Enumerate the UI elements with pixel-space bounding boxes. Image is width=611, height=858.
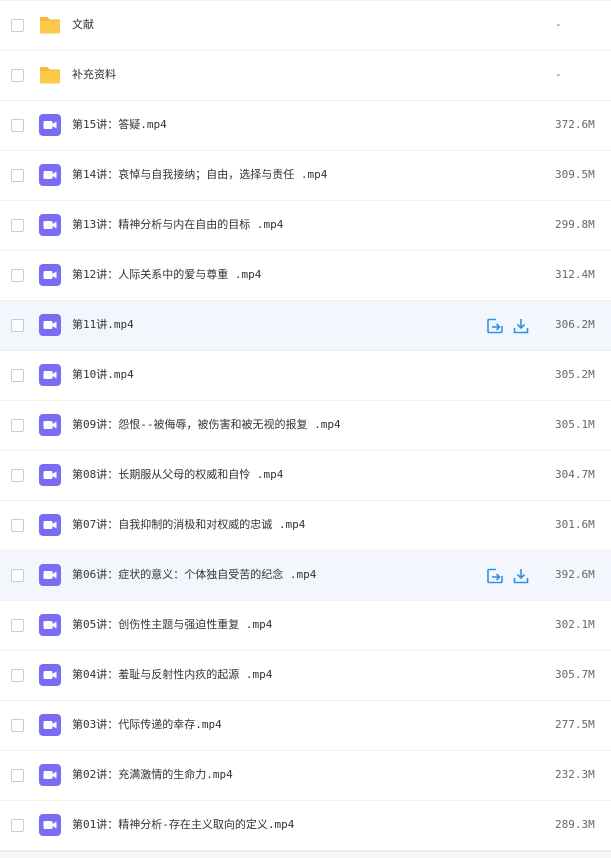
file-size: 277.5M (555, 718, 595, 731)
file-name[interactable]: 第01讲：精神分析-存在主义取向的定义.mp4 (72, 817, 294, 833)
video-file-icon (39, 814, 61, 836)
file-row[interactable]: 第07讲：自我抑制的消极和对权威的忠诚 .mp4 301.6M (0, 501, 611, 551)
file-size: 304.7M (555, 468, 595, 481)
file-size: 305.2M (555, 368, 595, 381)
row-checkbox[interactable] (11, 469, 24, 482)
video-file-icon (39, 464, 61, 486)
share-icon[interactable] (486, 317, 504, 335)
video-file-icon (39, 564, 61, 586)
video-file-icon (39, 364, 61, 386)
video-file-icon (39, 714, 61, 736)
video-file-icon (39, 314, 61, 336)
file-size: 301.6M (555, 518, 595, 531)
folder-row[interactable]: 补充资料 - (0, 51, 611, 101)
row-checkbox[interactable] (11, 619, 24, 632)
file-row[interactable]: 第09讲：怨恨--被侮辱，被伤害和被无视的报复 .mp4 305.1M (0, 401, 611, 451)
file-size: - (555, 68, 562, 81)
file-row[interactable]: 第13讲：精神分析与内在自由的目标 .mp4 299.8M (0, 201, 611, 251)
file-size: 305.1M (555, 418, 595, 431)
row-checkbox[interactable] (11, 669, 24, 682)
video-file-icon (39, 114, 61, 136)
file-size: 372.6M (555, 118, 595, 131)
file-name[interactable]: 第06讲：症状的意义：个体独自受苦的纪念 .mp4 (72, 567, 316, 583)
file-size: 306.2M (555, 318, 595, 331)
file-size: 392.6M (555, 568, 595, 581)
share-icon[interactable] (486, 567, 504, 585)
row-checkbox[interactable] (11, 519, 24, 532)
folder-icon (39, 14, 61, 36)
file-row[interactable]: 第03讲：代际传递的幸存.mp4 277.5M (0, 701, 611, 751)
file-size: 305.7M (555, 668, 595, 681)
file-name[interactable]: 第13讲：精神分析与内在自由的目标 .mp4 (72, 217, 283, 233)
row-checkbox[interactable] (11, 769, 24, 782)
video-file-icon (39, 614, 61, 636)
file-size: - (555, 18, 562, 31)
row-checkbox[interactable] (11, 819, 24, 832)
video-file-icon (39, 514, 61, 536)
file-name[interactable]: 第12讲：人际关系中的爱与尊重 .mp4 (72, 267, 261, 283)
row-checkbox[interactable] (11, 19, 24, 32)
file-size: 309.5M (555, 168, 595, 181)
file-name[interactable]: 第14讲：哀悼与自我接纳；自由，选择与责任 .mp4 (72, 167, 327, 183)
file-name[interactable]: 第10讲.mp4 (72, 367, 134, 383)
video-file-icon (39, 264, 61, 286)
file-name[interactable]: 第09讲：怨恨--被侮辱，被伤害和被无视的报复 .mp4 (72, 417, 341, 433)
file-name[interactable]: 第04讲：羞耻与反射性内疚的起源 .mp4 (72, 667, 272, 683)
file-size: 289.3M (555, 818, 595, 831)
file-row[interactable]: 第06讲：症状的意义：个体独自受苦的纪念 .mp4 392.6M (0, 551, 611, 601)
video-file-icon (39, 764, 61, 786)
file-row[interactable]: 第11讲.mp4 306.2M (0, 301, 611, 351)
file-size: 302.1M (555, 618, 595, 631)
row-checkbox[interactable] (11, 419, 24, 432)
row-checkbox[interactable] (11, 319, 24, 332)
row-checkbox[interactable] (11, 369, 24, 382)
folder-row[interactable]: 文献 - (0, 1, 611, 51)
row-checkbox[interactable] (11, 569, 24, 582)
file-row[interactable]: 第12讲：人际关系中的爱与尊重 .mp4 312.4M (0, 251, 611, 301)
folder-icon (39, 64, 61, 86)
file-row[interactable]: 第01讲：精神分析-存在主义取向的定义.mp4 289.3M (0, 801, 611, 851)
file-row[interactable]: 第02讲：充满激情的生命力.mp4 232.3M (0, 751, 611, 801)
row-checkbox[interactable] (11, 119, 24, 132)
file-row[interactable]: 第05讲：创伤性主题与强迫性重复 .mp4 302.1M (0, 601, 611, 651)
file-name[interactable]: 第05讲：创伤性主题与强迫性重复 .mp4 (72, 617, 272, 633)
file-row[interactable]: 第08讲：长期服从父母的权威和自怜 .mp4 304.7M (0, 451, 611, 501)
file-name[interactable]: 第07讲：自我抑制的消极和对权威的忠诚 .mp4 (72, 517, 305, 533)
row-checkbox[interactable] (11, 219, 24, 232)
video-file-icon (39, 214, 61, 236)
file-size: 232.3M (555, 768, 595, 781)
file-row[interactable]: 第04讲：羞耻与反射性内疚的起源 .mp4 305.7M (0, 651, 611, 701)
video-file-icon (39, 664, 61, 686)
file-name[interactable]: 第15讲：答疑.mp4 (72, 117, 167, 133)
video-file-icon (39, 414, 61, 436)
file-size: 299.8M (555, 218, 595, 231)
row-checkbox[interactable] (11, 269, 24, 282)
file-name[interactable]: 第11讲.mp4 (72, 317, 134, 333)
file-list: 文献 - 补充资料 - 第15讲：答疑.mp4 372.6M 第14讲：哀悼与自我接纳；自由… (0, 0, 611, 858)
video-file-icon (39, 164, 61, 186)
download-icon[interactable] (512, 317, 530, 335)
row-checkbox[interactable] (11, 169, 24, 182)
file-row[interactable]: 第15讲：答疑.mp4 372.6M (0, 101, 611, 151)
list-bottom-edge (0, 851, 611, 858)
download-icon[interactable] (512, 567, 530, 585)
file-name[interactable]: 补充资料 (72, 67, 116, 83)
file-name[interactable]: 第02讲：充满激情的生命力.mp4 (72, 767, 233, 783)
file-name[interactable]: 第08讲：长期服从父母的权威和自怜 .mp4 (72, 467, 283, 483)
file-name[interactable]: 文献 (72, 17, 94, 33)
file-row[interactable]: 第14讲：哀悼与自我接纳；自由，选择与责任 .mp4 309.5M (0, 151, 611, 201)
file-size: 312.4M (555, 268, 595, 281)
file-name[interactable]: 第03讲：代际传递的幸存.mp4 (72, 717, 222, 733)
row-checkbox[interactable] (11, 69, 24, 82)
file-row[interactable]: 第10讲.mp4 305.2M (0, 351, 611, 401)
row-checkbox[interactable] (11, 719, 24, 732)
